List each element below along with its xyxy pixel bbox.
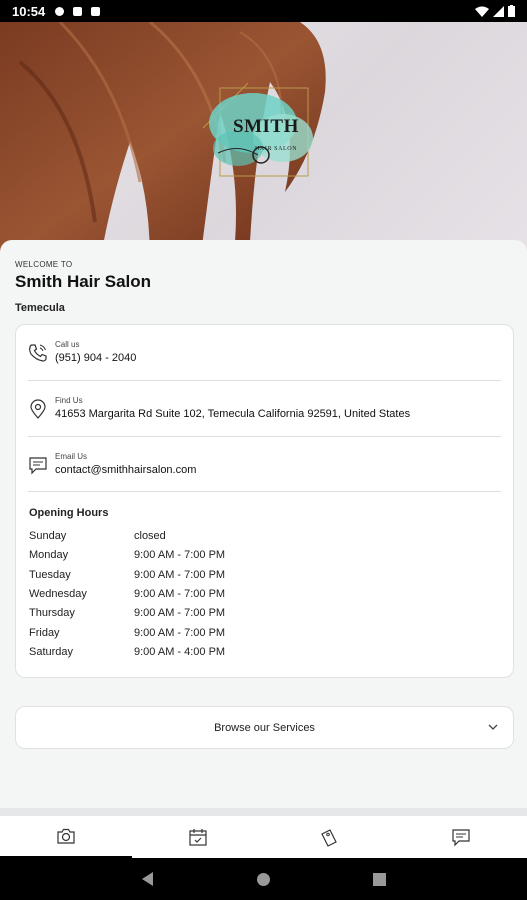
hours-day: Wednesday (29, 588, 87, 600)
tab-offers[interactable] (264, 816, 396, 858)
phone-icon (29, 344, 47, 362)
signal-icon (493, 5, 504, 17)
phone-number[interactable]: (951) 904 - 2040 (55, 352, 136, 364)
hours-row: Tuesday 9:00 AM - 7:00 PM (29, 569, 329, 585)
logo-subtitle: HAIR SALON (255, 146, 298, 152)
logo-title: SMITH (233, 116, 299, 137)
hours-day: Sunday (29, 530, 67, 542)
recents-button[interactable] (369, 869, 389, 889)
hours-day: Saturday (29, 646, 74, 658)
contact-email[interactable]: Email Us contact@smithhairsalon.com (28, 437, 501, 492)
system-nav-bar (0, 858, 527, 900)
hours-row: Sunday closed (29, 530, 329, 546)
hours-time: 9:00 AM - 7:00 PM (134, 607, 226, 619)
bottom-tab-bar (0, 816, 527, 858)
hours-day: Monday (29, 549, 69, 561)
divider (28, 491, 501, 492)
camera-icon (57, 828, 75, 844)
wifi-icon (475, 6, 489, 17)
status-bar: 10:54 (0, 0, 527, 22)
info-card: Call us (951) 904 - 2040 Find Us 41653 M… (15, 324, 514, 678)
notification-icon (73, 6, 83, 16)
location-pin-icon (30, 399, 46, 419)
tab-booking[interactable] (132, 816, 264, 858)
hours-time: closed (134, 530, 166, 542)
address-label: Find Us (55, 396, 83, 405)
hours-row: Monday 9:00 AM - 7:00 PM (29, 549, 329, 565)
call-label: Call us (55, 340, 80, 349)
hours-row: Friday 9:00 AM - 7:00 PM (29, 627, 329, 643)
salon-name: Smith Hair Salon (15, 272, 152, 291)
home-circle-icon (256, 872, 270, 886)
back-triangle-icon (141, 872, 153, 886)
content-sheet: WELCOME TO Smith Hair Salon Temecula Cal… (0, 240, 527, 815)
hours-time: 9:00 AM - 4:00 PM (134, 646, 226, 658)
opening-hours-title: Opening Hours (29, 507, 109, 519)
divider (0, 808, 527, 816)
hours-time: 9:00 AM - 7:00 PM (134, 569, 226, 581)
salon-city: Temecula (15, 302, 65, 314)
settings-icon (55, 6, 65, 16)
contact-call[interactable]: Call us (951) 904 - 2040 (28, 325, 501, 380)
message-icon (29, 457, 47, 475)
recents-square-icon (372, 872, 386, 886)
hours-row: Thursday 9:00 AM - 7:00 PM (29, 607, 329, 623)
chevron-down-icon (488, 724, 498, 730)
tab-home[interactable] (0, 816, 132, 858)
hours-row: Saturday 9:00 AM - 4:00 PM (29, 646, 329, 662)
hours-time: 9:00 AM - 7:00 PM (134, 627, 226, 639)
hours-time: 9:00 AM - 7:00 PM (134, 549, 226, 561)
storage-icon (91, 6, 101, 16)
battery-icon (508, 5, 515, 17)
hours-time: 9:00 AM - 7:00 PM (134, 588, 226, 600)
back-button[interactable] (138, 869, 158, 889)
browse-services-label: Browse our Services (214, 721, 315, 734)
hours-day: Friday (29, 627, 60, 639)
browse-services-button[interactable]: Browse our Services (15, 706, 514, 749)
hero-image: SMITH HAIR SALON (0, 22, 527, 262)
hours-day: Thursday (29, 607, 75, 619)
address-value[interactable]: 41653 Margarita Rd Suite 102, Temecula C… (55, 408, 410, 420)
calendar-icon (189, 829, 207, 846)
tab-messages[interactable] (395, 816, 527, 858)
status-time: 10:54 (12, 3, 46, 19)
email-value[interactable]: contact@smithhairsalon.com (55, 464, 196, 476)
hours-row: Wednesday 9:00 AM - 7:00 PM (29, 588, 329, 604)
welcome-label: WELCOME TO (15, 260, 73, 269)
tag-icon (321, 829, 338, 847)
hours-day: Tuesday (29, 569, 71, 581)
contact-address[interactable]: Find Us 41653 Margarita Rd Suite 102, Te… (28, 381, 501, 436)
email-label: Email Us (55, 452, 88, 461)
status-right (475, 5, 515, 17)
home-button[interactable] (253, 869, 273, 889)
chat-icon (452, 829, 470, 847)
